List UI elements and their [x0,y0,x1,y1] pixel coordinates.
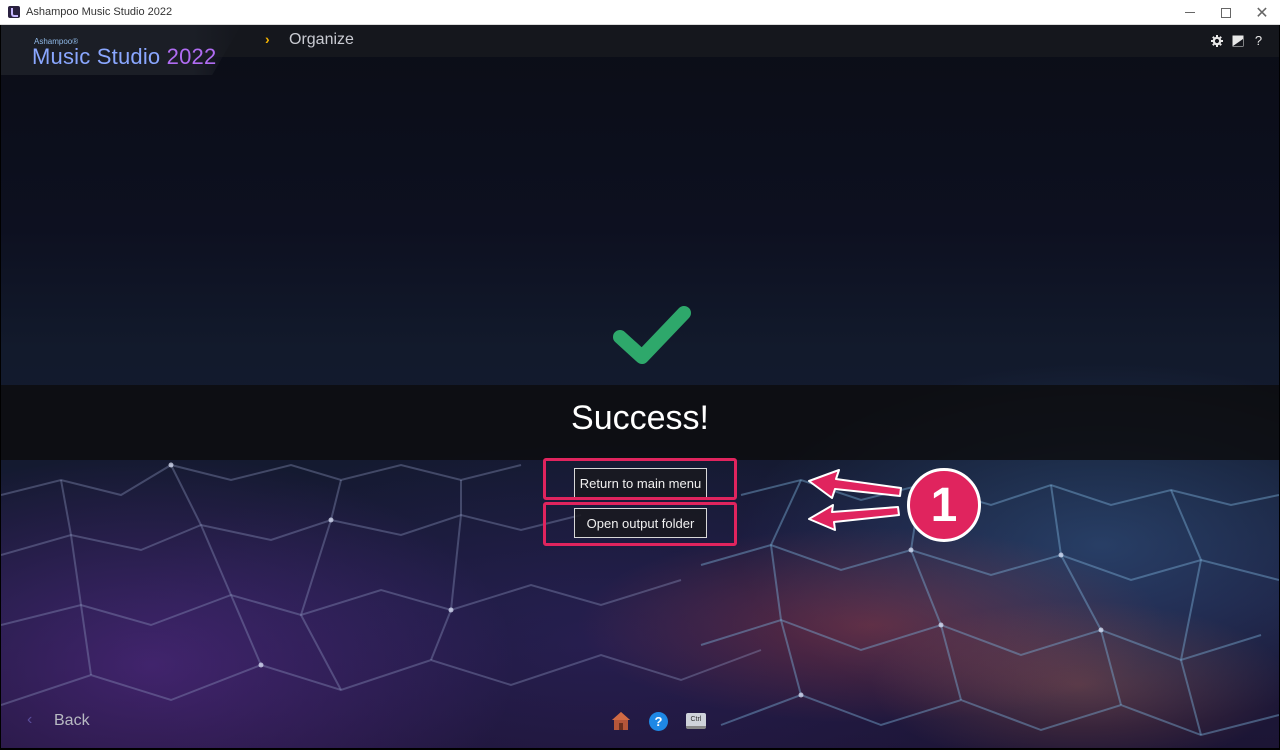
brand-logo: Music Studio 2022 [32,44,216,70]
close-button[interactable]: ✕ [1244,0,1280,25]
minimize-button[interactable] [1172,0,1208,25]
check-icon [613,306,691,364]
back-button[interactable]: Back [54,712,90,730]
app-client-area: Ashampoo® Music Studio 2022 › Organize ?… [1,25,1279,748]
window-controls: ✕ [1172,0,1280,25]
help-circle-icon[interactable]: ? [649,711,668,731]
breadcrumb: Organize [289,31,354,48]
brand-product: Music Studio [32,44,161,69]
success-message: Success! [571,399,709,437]
app-icon [8,6,20,18]
toolbar-icons: ? [1210,33,1265,48]
home-icon[interactable] [611,711,631,731]
footer-icons: ? Ctrl [611,711,706,731]
highlight-box-open-folder [543,502,737,546]
maximize-button[interactable] [1208,0,1244,25]
breadcrumb-chevron-icon: › [265,31,270,47]
annotation-badge: 1 [907,468,981,542]
close-icon: ✕ [1255,4,1269,22]
window-title: Ashampoo Music Studio 2022 [26,6,173,18]
skin-icon[interactable] [1231,34,1244,47]
gear-icon[interactable] [1210,34,1223,47]
brand-year: 2022 [166,44,217,69]
back-chevron-icon[interactable]: ‹ [27,711,32,729]
highlight-box-return [543,458,737,500]
window-title-bar: Ashampoo Music Studio 2022 ✕ [0,0,1280,25]
ctrl-key-icon[interactable]: Ctrl [686,713,706,729]
help-icon[interactable]: ? [1252,33,1265,48]
